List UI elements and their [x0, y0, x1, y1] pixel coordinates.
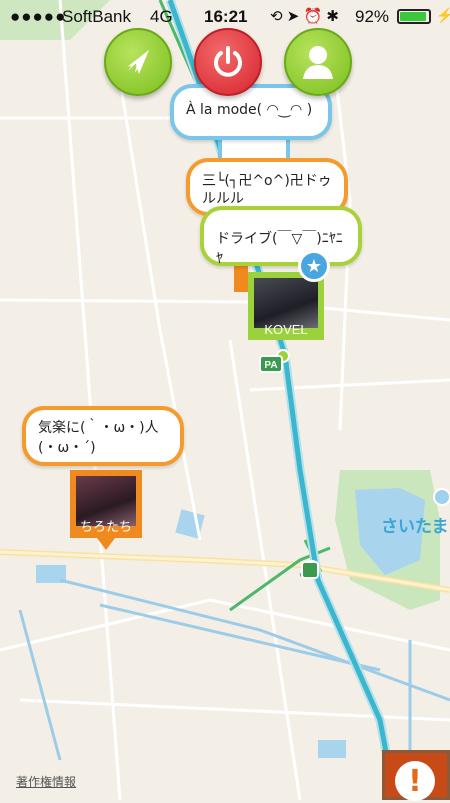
post-bubble[interactable]: ドライブ(￣▽￣)ﾆﾔﾆﾔ [200, 206, 362, 267]
navigation-arrow-icon [127, 50, 149, 74]
pa-sign [301, 561, 319, 579]
post-text: 気楽に(｀・ω・)人(・ω・´) [38, 420, 159, 456]
marker-pointer [97, 538, 115, 550]
photo-marker[interactable]: ちろたち [70, 470, 142, 538]
copyright-link[interactable]: 著作権情報 [16, 773, 76, 790]
photo-marker-edge [234, 262, 248, 292]
post-text: À la mode( ◠‿◠ ) [186, 102, 313, 118]
photo-label: KOVEL [264, 322, 308, 337]
post-bubble[interactable]: 気楽に(｀・ω・)人(・ω・´) [22, 406, 184, 466]
pa-sign-label: PA [264, 360, 277, 371]
profile-button[interactable] [284, 28, 352, 96]
rotation-lock-icon: ⟲ [270, 8, 283, 25]
favorite-star-icon[interactable]: ★ [298, 250, 330, 282]
network-type: 4G [150, 7, 173, 26]
alarm-icon: ⏰ [303, 8, 323, 25]
status-icons: ⟲ ➤ ⏰ ✱ [270, 7, 339, 25]
carrier-name: SoftBank [62, 7, 131, 26]
clock: 16:21 [204, 7, 248, 26]
power-button[interactable] [194, 28, 262, 96]
place-label: さいたま [381, 517, 449, 537]
navigation-button[interactable] [104, 28, 172, 96]
charging-icon: ⚡ [436, 7, 450, 23]
alert-button[interactable]: ! [382, 750, 450, 801]
status-bar: ●●●●● SoftBank 4G 16:21 ⟲ ➤ ⏰ ✱ 92% ⚡ [0, 0, 450, 34]
place-marker [433, 488, 450, 506]
exclamation-icon: ! [395, 761, 435, 801]
bluetooth-icon: ✱ [326, 8, 339, 25]
signal-strength: ●●●●● [10, 7, 67, 26]
photo-marker[interactable]: KOVEL [248, 272, 324, 340]
location-arrow-icon: ➤ [286, 8, 300, 25]
power-icon [214, 46, 242, 77]
user-profile-icon [303, 46, 333, 79]
battery-icon [397, 9, 431, 24]
car-photo [254, 278, 318, 328]
post-text: 三└(┐卍^o^)卍ドゥルルル [202, 173, 332, 207]
battery-level [400, 12, 426, 21]
photo-label: ちろたち [79, 519, 132, 534]
battery-percent: 92% [355, 7, 390, 26]
